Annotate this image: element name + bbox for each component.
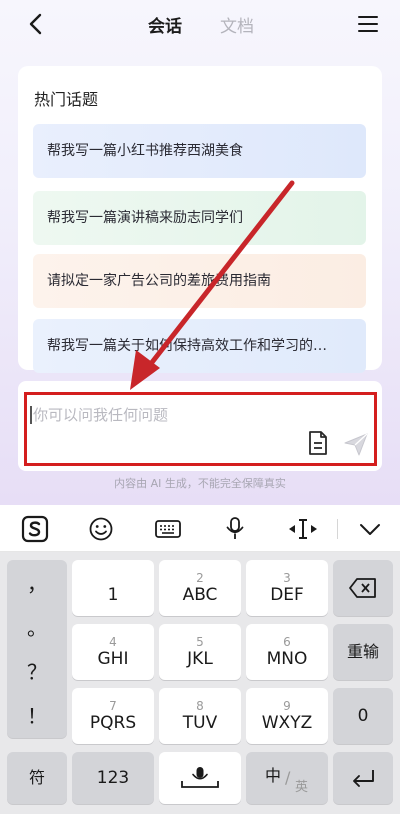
tab-documents[interactable]: 文档 [220, 12, 254, 37]
keyboard-toolbar [0, 505, 400, 552]
hide-keyboard-button[interactable] [356, 515, 384, 543]
top-bar: 会话 文档 [0, 0, 400, 50]
topic-suggestion[interactable]: 帮我写一篇演讲稿来励志同学们 [33, 191, 366, 245]
attach-document-button[interactable] [306, 430, 330, 456]
back-button[interactable] [22, 10, 50, 38]
topic-suggestion[interactable]: 帮我写一篇小红书推荐西湖美食 [33, 124, 366, 178]
key-2-abc[interactable]: 2 ABC [159, 560, 241, 616]
zero-label: 0 [357, 706, 369, 726]
punct-question-key[interactable]: ？ [7, 656, 67, 685]
key-0[interactable]: 0 [333, 688, 393, 744]
send-button[interactable] [343, 431, 369, 457]
menu-icon [358, 16, 378, 32]
key-number-label: 2 [196, 571, 204, 585]
ime-logo-button[interactable] [20, 515, 50, 543]
key-letters-label: PQRS [89, 713, 137, 733]
key-5-jkl[interactable]: 5 JKL [159, 624, 241, 680]
language-switch-labels: 中 / 英 [257, 758, 317, 798]
key-letters-label: JKL [187, 649, 213, 669]
key-letters-label: 1 [107, 585, 119, 605]
hot-topics-card: 热门话题 帮我写一篇小红书推荐西湖美食 帮我写一篇演讲稿来励志同学们 请拟定一家… [18, 66, 382, 373]
key-9-wxyz[interactable]: 9 WXYZ [246, 688, 328, 744]
lang-slash: / [285, 768, 291, 787]
key-letters-label: GHI [97, 649, 129, 669]
punct-comma-key[interactable]: ， [7, 568, 67, 597]
punctuation-column: ， 。 ？ ！ [7, 560, 67, 738]
key-letters-label: DEF [270, 585, 304, 605]
symbols-label: 符 [28, 768, 45, 787]
retype-label: 重输 [346, 642, 379, 661]
ai-disclaimer: 内容由 AI 生成，不能完全保障真实 [114, 477, 286, 490]
emoji-icon [89, 517, 113, 541]
space-mic-icon [181, 767, 219, 788]
question-input[interactable] [33, 404, 333, 426]
enter-icon [353, 770, 374, 787]
key-letters-label: MNO [266, 649, 308, 669]
enter-key[interactable] [333, 752, 393, 804]
key-3-def[interactable]: 3 DEF [246, 560, 328, 616]
chat-area: 会话 文档 热门话题 帮我写一篇小红书推荐西湖美食 帮我写一篇演讲稿来励志同学们… [0, 0, 400, 505]
tab-chat[interactable]: 会话 [148, 12, 182, 37]
key-number-label: 3 [283, 571, 291, 585]
voice-input-button[interactable] [221, 515, 249, 543]
key-number-label: 4 [109, 635, 117, 649]
cursor-move-button[interactable] [285, 515, 321, 543]
key-letters-label: ABC [182, 585, 218, 605]
keyboard-icon [155, 520, 181, 538]
document-icon [309, 431, 327, 455]
symbols-key[interactable]: 符 [7, 752, 67, 804]
space-key[interactable] [159, 752, 241, 804]
keyboard-switch-button[interactable] [152, 515, 184, 543]
language-switch-key[interactable]: 中 / 英 [246, 752, 328, 804]
backspace-key[interactable] [333, 560, 393, 616]
back-icon [29, 13, 42, 35]
t9-keyboard: ， 。 ？ ！ 1 2 ABC 3 DEF 4 GHI 5 JKL 6 MNO … [0, 552, 400, 814]
punct-period-key[interactable]: 。 [7, 612, 67, 641]
punct-exclaim-key[interactable]: ！ [7, 700, 67, 729]
send-icon [344, 433, 368, 456]
key-6-mno[interactable]: 6 MNO [246, 624, 328, 680]
lang-secondary-label: 英 [295, 780, 309, 795]
menu-button[interactable] [356, 12, 380, 36]
key-letters-label: WXYZ [261, 713, 313, 733]
backspace-icon [349, 578, 376, 598]
chevron-down-icon [360, 524, 380, 535]
retype-key[interactable]: 重输 [333, 624, 393, 680]
key-letters-label: TUV [182, 713, 218, 733]
topic-suggestion[interactable]: 请拟定一家广告公司的差旅费用指南 [33, 254, 366, 308]
sogou-logo-icon [21, 515, 49, 543]
hot-topics-title: 热门话题 [34, 90, 99, 109]
lang-primary-label: 中 [265, 766, 282, 785]
key-number-label: 8 [196, 699, 204, 713]
emoji-button[interactable] [86, 515, 116, 543]
numbers-key[interactable]: 123 [72, 752, 154, 804]
microphone-icon [226, 517, 244, 539]
key-number-label: 7 [109, 699, 117, 713]
text-caret [30, 406, 32, 424]
topic-suggestion[interactable]: 帮我写一篇关于如何保持高效工作和学习的… [33, 319, 366, 373]
key-number-label: 9 [283, 699, 291, 713]
key-1[interactable]: 1 [72, 560, 154, 616]
key-8-tuv[interactable]: 8 TUV [159, 688, 241, 744]
key-number-label: 6 [283, 635, 291, 649]
toolbar-divider [337, 519, 338, 539]
cursor-move-icon [289, 519, 317, 539]
key-number-label: 5 [196, 635, 204, 649]
key-4-ghi[interactable]: 4 GHI [72, 624, 154, 680]
numbers-label: 123 [96, 768, 130, 788]
key-7-pqrs[interactable]: 7 PQRS [72, 688, 154, 744]
